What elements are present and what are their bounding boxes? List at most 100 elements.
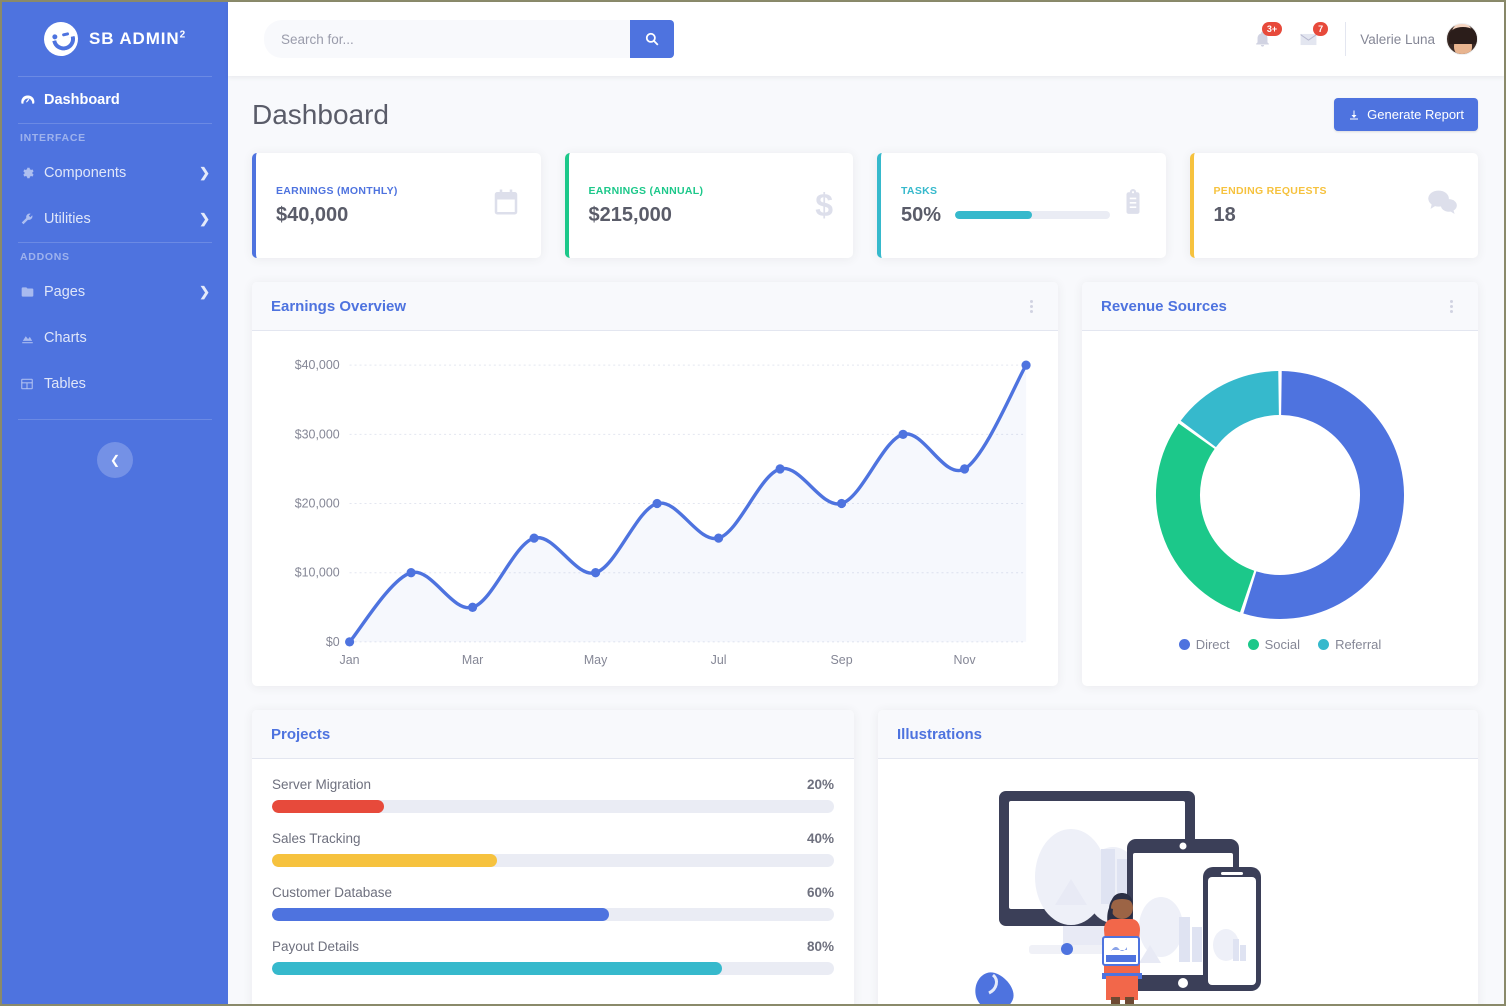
legend-item-social[interactable]: Social xyxy=(1247,637,1300,652)
brand-logo-link[interactable]: SB ADMIN2 xyxy=(2,2,228,76)
card-title: Earnings Overview xyxy=(271,297,407,315)
project-row-header: Sales Tracking 40% xyxy=(272,831,834,846)
revenue-donut-wrap: Direct Social Referral xyxy=(1102,349,1458,668)
project-row: Customer Database 60% xyxy=(272,885,834,921)
wrench-icon xyxy=(20,212,44,226)
sidebar-item-charts[interactable]: Charts xyxy=(2,315,228,361)
sidebar-heading-addons: ADDONS xyxy=(20,251,70,263)
card-title: Projects xyxy=(271,725,331,743)
search-form xyxy=(264,20,674,58)
stat-card-earnings-annual: EARNINGS (ANNUAL) $215,000 $ xyxy=(564,153,853,258)
sidebar-item-utilities[interactable]: Utilities ❯ xyxy=(2,196,228,242)
table-icon xyxy=(20,377,44,391)
project-percent: 40% xyxy=(806,831,834,846)
sidebar-item-label: Components xyxy=(44,165,127,181)
sidebar-item-label: Tables xyxy=(44,376,86,392)
line-chart-labels: $0 $10,000 $20,000 $30,000 $40,000 Jan Mar May J… xyxy=(295,358,977,667)
sidebar-heading-interface: INTERFACE xyxy=(20,132,86,144)
chevron-right-icon: ❯ xyxy=(199,284,210,299)
svg-text:$40,000: $40,000 xyxy=(295,358,340,372)
page-title: Dashboard xyxy=(252,98,389,130)
project-progress-fill xyxy=(272,962,722,975)
svg-text:$0: $0 xyxy=(326,635,340,649)
projects-card: Projects Server Migration 20% Sales Tracki… xyxy=(252,710,854,1004)
comments-icon xyxy=(1426,188,1458,223)
user-name: Valerie Luna xyxy=(1360,31,1435,47)
donut-chart-svg xyxy=(1156,371,1404,619)
svg-text:Jul: Jul xyxy=(711,653,727,667)
tasks-progress-fill xyxy=(955,211,1033,219)
cog-icon xyxy=(20,166,44,180)
ellipsis-vertical-icon[interactable] xyxy=(1444,298,1459,315)
search-button[interactable] xyxy=(630,20,674,58)
user-menu[interactable]: Valerie Luna xyxy=(1360,23,1482,55)
sidebar-item-pages[interactable]: Pages ❯ xyxy=(2,269,228,315)
search-input[interactable] xyxy=(264,20,630,58)
sidebar-toggle-wrap: ❮ xyxy=(2,442,228,478)
messages-button[interactable]: 7 xyxy=(1285,16,1331,62)
project-name: Sales Tracking xyxy=(272,831,361,846)
stat-label: TASKS xyxy=(901,184,938,197)
project-row-header: Customer Database 60% xyxy=(272,885,834,900)
project-name: Payout Details xyxy=(272,939,360,954)
tachometer-icon xyxy=(20,93,44,108)
project-row-header: Payout Details 80% xyxy=(272,939,834,954)
project-progress-track xyxy=(272,854,834,867)
card-body: $0 $10,000 $20,000 $30,000 $40,000 Jan Mar May J… xyxy=(252,331,1058,686)
sidebar-item-label: Dashboard xyxy=(44,92,120,108)
sidebar-divider-4 xyxy=(18,419,212,420)
project-row: Payout Details 80% xyxy=(272,939,834,975)
ellipsis-vertical-icon[interactable] xyxy=(1024,298,1039,315)
smiley-wink-icon xyxy=(40,18,82,60)
stat-label: EARNINGS (ANNUAL) xyxy=(588,184,704,197)
donut-legend: Direct Social Referral xyxy=(1178,637,1381,652)
generate-report-label: Generate Report xyxy=(1367,107,1464,122)
dollar-icon: $ xyxy=(815,187,833,223)
svg-text:Sep: Sep xyxy=(831,653,853,667)
clipboard-list-icon xyxy=(1120,187,1146,224)
generate-report-button[interactable]: Generate Report xyxy=(1334,98,1478,131)
topbar-right: 3+ 7 Valerie Luna xyxy=(1239,16,1482,62)
svg-text:May: May xyxy=(584,653,608,667)
legend-item-direct[interactable]: Direct xyxy=(1178,637,1230,652)
devices-illustration xyxy=(898,777,1458,1004)
card-header: Illustrations xyxy=(878,710,1478,759)
chevron-right-icon: ❯ xyxy=(199,165,210,180)
project-percent: 80% xyxy=(806,939,834,954)
card-header: Revenue Sources xyxy=(1082,282,1478,331)
chart-area-icon xyxy=(20,331,44,345)
calendar-icon xyxy=(491,187,521,224)
stat-label: EARNINGS (MONTHLY) xyxy=(276,184,398,197)
legend-label: Referral xyxy=(1335,637,1382,652)
tasks-progress-track xyxy=(955,211,1110,219)
sidebar-item-label: Utilities xyxy=(44,211,91,227)
stat-card-pending-requests: PENDING REQUESTS 18 xyxy=(1189,153,1478,258)
app-window: SB ADMIN2 Dashboard INTERFACE Components… xyxy=(0,0,1506,1006)
brand-superscript: 2 xyxy=(179,29,187,41)
alerts-button[interactable]: 3+ xyxy=(1239,16,1285,62)
chevron-left-icon: ❮ xyxy=(109,453,121,467)
sidebar: SB ADMIN2 Dashboard INTERFACE Components… xyxy=(2,2,228,1004)
project-name: Server Migration xyxy=(272,777,372,792)
project-row: Server Migration 20% xyxy=(272,777,834,813)
revenue-sources-card: Revenue Sources Direct Social Referral xyxy=(1082,282,1478,686)
sidebar-item-dashboard[interactable]: Dashboard xyxy=(2,77,228,123)
download-icon xyxy=(1350,110,1359,119)
legend-color-dot xyxy=(1178,639,1190,650)
sidebar-toggle-button[interactable]: ❮ xyxy=(97,442,133,478)
content-area: Dashboard Generate Report EARNINGS (MONT… xyxy=(228,76,1504,1004)
project-progress-track xyxy=(272,962,834,975)
svg-text:$20,000: $20,000 xyxy=(295,496,340,510)
project-progress-fill xyxy=(272,908,610,921)
legend-label: Direct xyxy=(1195,637,1230,652)
card-header: Projects xyxy=(252,710,854,759)
search-icon xyxy=(645,32,659,46)
illustrations-card: Illustrations xyxy=(878,710,1478,1004)
topbar-divider xyxy=(1345,22,1347,56)
folder-icon xyxy=(20,285,44,299)
legend-item-referral[interactable]: Referral xyxy=(1318,637,1381,652)
sidebar-item-tables[interactable]: Tables xyxy=(2,361,228,407)
chevron-right-icon: ❯ xyxy=(199,211,210,226)
legend-color-dot xyxy=(1247,639,1259,650)
sidebar-item-components[interactable]: Components ❯ xyxy=(2,150,228,196)
